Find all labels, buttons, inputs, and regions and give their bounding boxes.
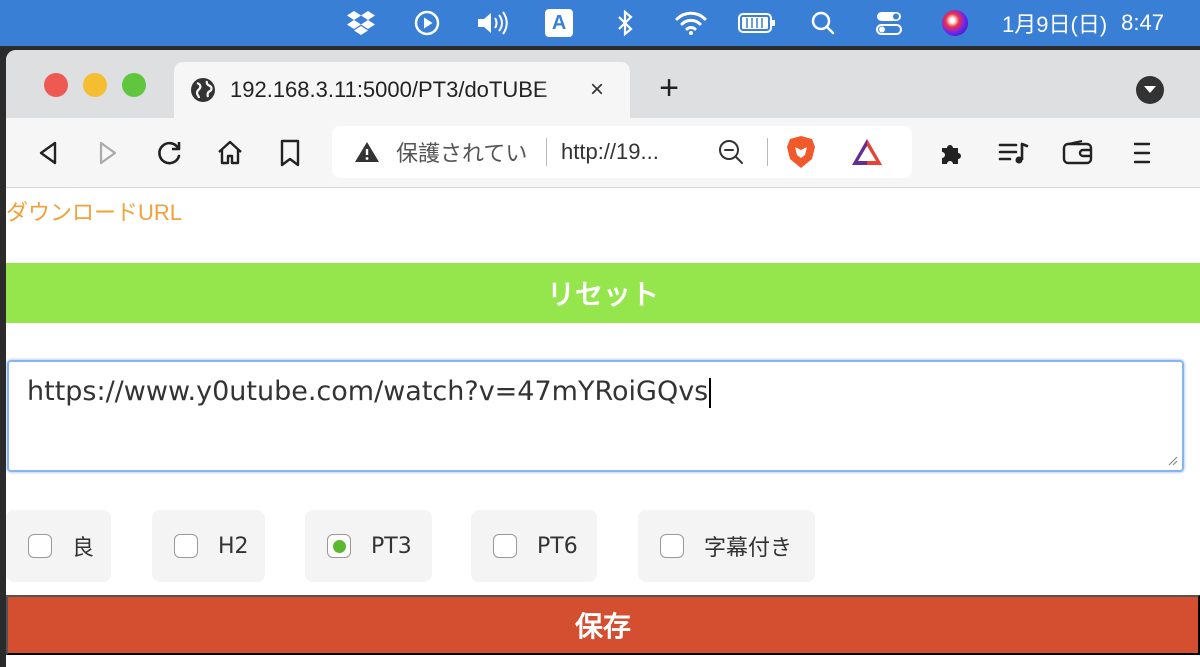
dropbox-icon[interactable] xyxy=(328,0,394,46)
zoom-out-icon[interactable] xyxy=(717,138,745,166)
option-label: 字幕付き xyxy=(704,536,793,561)
url-text[interactable]: http://19... xyxy=(561,139,701,165)
close-window-button[interactable] xyxy=(44,73,68,97)
option-ryo[interactable]: 良 xyxy=(6,510,111,582)
reload-button[interactable] xyxy=(151,135,187,171)
window-controls xyxy=(44,73,146,97)
puzzle-icon xyxy=(942,145,961,164)
forward-icon xyxy=(99,141,117,165)
url-divider-2 xyxy=(767,138,768,166)
page-content: ダウンロードURL リセット https://www.y0utube.com/w… xyxy=(6,188,1200,667)
chevron-down-icon xyxy=(1144,86,1156,93)
checkbox-pt3[interactable] xyxy=(327,534,351,558)
date-text: 1月9日(日) xyxy=(1002,12,1108,37)
option-label: H2 xyxy=(218,533,249,559)
home-button[interactable] xyxy=(212,135,248,171)
checkbox-h2[interactable] xyxy=(174,534,198,558)
playlist-icon xyxy=(998,142,1029,164)
siri-orb xyxy=(942,10,969,36)
battery-icon[interactable] xyxy=(724,0,790,46)
extensions-button[interactable] xyxy=(934,135,970,171)
option-label: 良 xyxy=(72,536,95,561)
option-pt3[interactable]: PT3 xyxy=(305,510,432,582)
wifi-icon[interactable] xyxy=(658,0,724,46)
warning-icon xyxy=(355,142,379,162)
security-status-text[interactable]: 保護されてい xyxy=(396,136,534,168)
brave-rewards-icon[interactable] xyxy=(850,137,884,167)
zoom-window-button[interactable] xyxy=(122,73,146,97)
url-divider xyxy=(546,138,547,166)
play-icon[interactable] xyxy=(394,0,460,46)
option-h2[interactable]: H2 xyxy=(152,510,265,582)
globe-icon xyxy=(191,78,215,102)
address-bar[interactable]: 保護されてい http://19... xyxy=(332,126,912,178)
option-label: PT6 xyxy=(537,533,578,559)
wallet-icon xyxy=(1062,140,1093,165)
wallet-button[interactable] xyxy=(1060,135,1096,171)
reload-icon xyxy=(158,141,181,165)
browser-window: 192.168.3.11:5000/PT3/doTUBE × + 保護されてい … xyxy=(6,50,1200,667)
control-center-icon[interactable] xyxy=(856,0,922,46)
time-text: 8:47 xyxy=(1121,10,1164,35)
tab-strip: 192.168.3.11:5000/PT3/doTUBE × + xyxy=(6,50,1200,118)
home-icon xyxy=(218,140,242,165)
bookmark-icon xyxy=(280,139,300,167)
video-url-input[interactable]: https://www.y0utube.com/watch?v=47mYRoiG… xyxy=(7,360,1184,472)
brave-shields-icon[interactable] xyxy=(786,135,816,169)
search-icon[interactable] xyxy=(790,0,856,46)
bookmark-button[interactable] xyxy=(272,135,308,171)
video-url-value: https://www.y0utube.com/watch?v=47mYRoiG… xyxy=(27,376,709,407)
siri-icon[interactable] xyxy=(922,0,988,46)
menu-bar: A 1月9日(日) 8:47 xyxy=(0,0,1200,46)
option-pt6[interactable]: PT6 xyxy=(471,510,597,582)
checkbox-subtitles[interactable] xyxy=(660,534,684,558)
input-method-icon[interactable]: A xyxy=(526,0,592,46)
playlist-button[interactable] xyxy=(996,135,1032,171)
bluetooth-icon[interactable] xyxy=(592,0,658,46)
tab-list-button[interactable] xyxy=(1136,76,1164,104)
tab-title: 192.168.3.11:5000/PT3/doTUBE xyxy=(230,77,548,102)
save-button[interactable]: 保存 xyxy=(6,595,1200,655)
minimize-window-button[interactable] xyxy=(83,73,107,97)
forward-button[interactable] xyxy=(90,135,126,171)
ime-label: A xyxy=(545,9,574,37)
back-button[interactable] xyxy=(30,135,66,171)
option-label: PT3 xyxy=(371,533,412,559)
checkbox-ryo[interactable] xyxy=(28,534,52,558)
hamburger-menu-icon xyxy=(1133,142,1151,164)
download-url-link[interactable]: ダウンロードURL xyxy=(6,195,182,227)
tab-close-button[interactable]: × xyxy=(590,76,604,104)
browser-toolbar: 保護されてい http://19... xyxy=(6,118,1200,188)
new-tab-button[interactable]: + xyxy=(654,68,684,108)
volume-icon[interactable] xyxy=(460,0,526,46)
checkbox-pt6[interactable] xyxy=(493,534,517,558)
resize-handle-icon[interactable] xyxy=(1166,454,1178,466)
reset-button[interactable]: リセット xyxy=(6,263,1200,323)
menu-button[interactable] xyxy=(1124,135,1160,171)
option-subtitles[interactable]: 字幕付き xyxy=(638,510,815,582)
text-caret xyxy=(709,377,712,408)
clock[interactable]: 1月9日(日) 8:47 xyxy=(1002,7,1164,39)
tab-active[interactable]: 192.168.3.11:5000/PT3/doTUBE × xyxy=(174,62,630,118)
back-icon xyxy=(39,141,57,165)
